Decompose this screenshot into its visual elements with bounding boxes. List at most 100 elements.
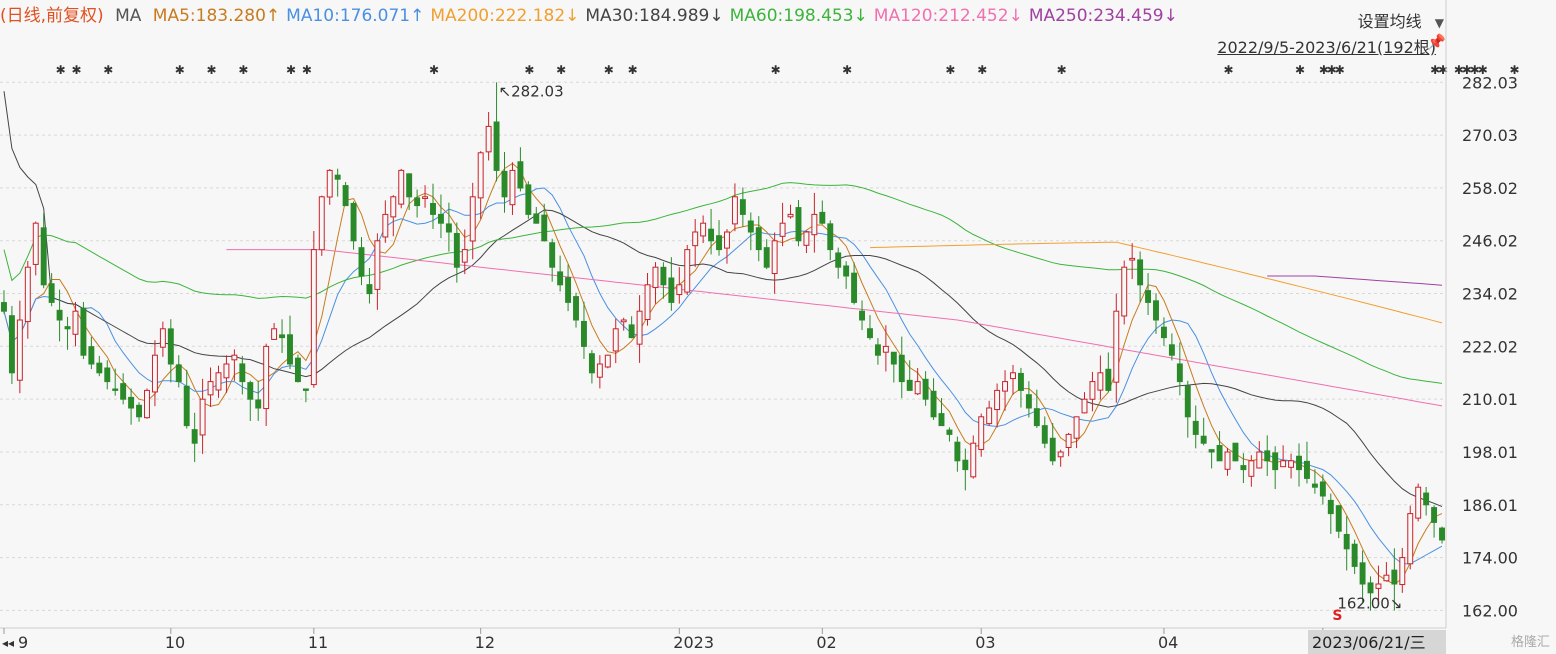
candle-body [199,398,206,436]
y-tick-label: 222.02 [1462,337,1518,356]
candle-body [501,170,508,198]
event-marker-icon[interactable]: ✱ [977,63,987,77]
event-marker-icon[interactable]: ✱ [524,63,534,77]
candle-body [493,121,500,171]
event-marker-icon[interactable]: ✱ [556,63,566,77]
candle-body [1041,425,1048,444]
event-marker-icon[interactable]: ✱ [1335,63,1345,77]
triangle-down-icon: ▼ [1434,16,1444,30]
candle-body [1145,290,1152,303]
candle-body [207,381,214,396]
candle-body [1264,450,1271,462]
event-marker-icon[interactable]: ✱ [103,63,113,77]
candle [398,168,405,209]
candle-body [1168,344,1175,356]
event-marker-icon[interactable]: ✱ [1057,63,1067,77]
event-marker-icon[interactable]: ✱ [771,63,781,77]
x-tick-label: 9 [18,633,28,652]
x-tick-label: 10 [165,633,185,652]
event-marker-icon[interactable]: ✱ [207,63,217,77]
candle-body [549,242,556,268]
candle-body [994,389,1001,411]
candle-body [906,379,913,391]
legend-item-ma60: MA60:198.453↓ [729,6,868,26]
candle-body [1033,408,1040,427]
candle-body [469,196,476,242]
candle-body [223,363,230,379]
candle-body [1097,372,1104,391]
date-range-link[interactable]: 2022/9/5-2023/6/21(192根) [1217,34,1436,58]
candle-body [382,213,389,238]
candle-body [24,266,31,323]
candle-body [731,196,738,225]
candle-body [318,196,325,251]
candle-body [96,362,103,374]
candle-body [1089,381,1096,400]
event-marker-icon[interactable]: ✱ [302,63,312,77]
event-marker-icon[interactable]: ✱ [429,63,439,77]
candle-body [191,429,198,444]
candle [318,195,325,256]
candle [342,181,349,207]
event-marker-icon[interactable]: ✱ [628,63,638,77]
event-marker-icon[interactable]: ✱ [604,63,614,77]
candle-body [445,223,452,233]
candle-body [835,252,842,268]
ma-settings-button[interactable]: 设置均线 ▼ [1358,8,1444,32]
event-marker-icon[interactable]: ✱ [1295,63,1305,77]
candle-body [668,277,675,303]
event-marker-icon[interactable]: ✱ [945,63,955,77]
date-range-text: 2022/9/5-2023/6/21(192根) [1217,38,1436,57]
candle-body [1137,259,1144,286]
candle-body [620,319,627,323]
event-marker-icon[interactable]: ✱ [175,63,185,77]
candle-body [787,213,794,218]
legend-item-ma10: MA10:176.071↑ [286,6,425,26]
candle-body [1113,310,1120,383]
candlestick-chart[interactable]: ✱✱✱✱✱✱✱✱✱✱✱✱✱✱✱✱✱✱✱✱✱✱✱✱✱✱✱✱✱✱✱✱ 162.001… [0,0,1556,654]
candle-body [708,228,715,242]
candle-body [1025,394,1032,409]
sell-signal-icon[interactable]: S [1332,608,1342,624]
event-marker-icon[interactable]: ✱ [238,63,248,77]
candle-body [676,284,683,296]
event-marker-icon[interactable]: ✱ [1438,63,1448,77]
candle-body [716,235,722,251]
ma-legend-items: MA5:183.280↑ MA10:176.071↑ MA200:222.182↓ M… [153,6,1184,26]
candle-body [88,346,95,365]
candle-body [271,328,278,340]
candle-body [485,125,492,153]
event-marker-icon[interactable]: ✱ [842,63,852,77]
candle-body [557,271,564,286]
candle-body [1367,582,1374,594]
candle-body [652,266,659,289]
candle-body [1415,486,1422,519]
candle-body [263,345,270,410]
candle [1121,260,1128,325]
candle-body [310,249,317,386]
event-marker-icon[interactable]: ✱ [286,63,296,77]
pin-icon[interactable]: 📌 [1427,33,1446,51]
y-tick-label: 234.02 [1462,285,1518,304]
candle-body [1240,465,1247,471]
scroll-left-icon[interactable]: ◂◂ [2,636,14,650]
candle-body [32,222,39,265]
candle-body [390,196,397,218]
event-marker-icon[interactable]: ✱ [1224,63,1234,77]
candle-body [231,354,238,361]
candle-body [239,363,246,383]
candle [144,388,150,419]
candle-body [1319,481,1326,497]
event-marker-icon[interactable]: ✱ [71,63,81,77]
candle-body [302,388,309,391]
candle-body [604,354,611,368]
y-tick-label: 186.01 [1462,496,1518,515]
legend-item-ma120: MA120:212.452↓ [873,6,1023,26]
candle-body [1200,435,1207,444]
candle-body [573,296,579,321]
candle-body [946,429,953,435]
candle-body [1335,505,1342,532]
candle-body [422,196,429,199]
candle-body [1327,499,1334,515]
event-marker-icon[interactable]: ✱ [56,63,66,77]
